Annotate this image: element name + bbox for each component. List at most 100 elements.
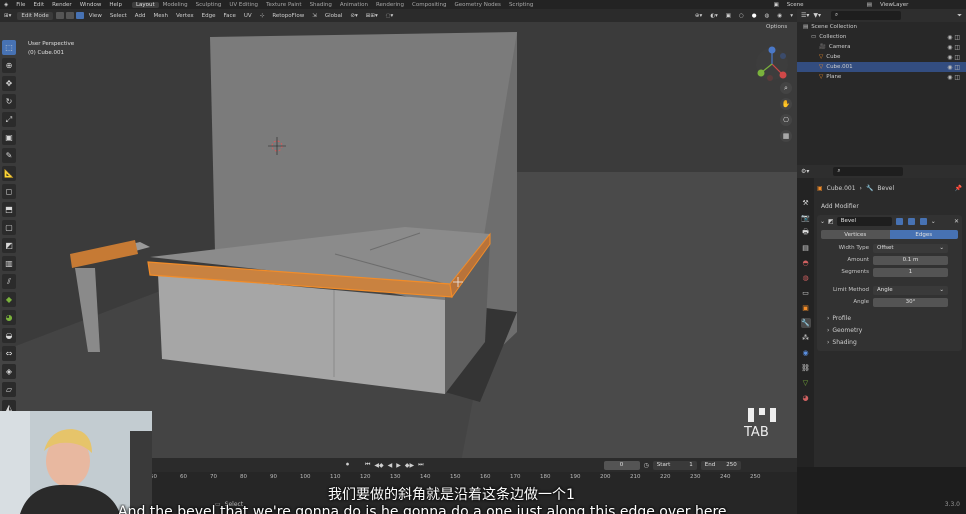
- pan-hand-icon[interactable]: ✋: [780, 98, 792, 110]
- outliner-editor-icon[interactable]: ☰▾: [801, 12, 809, 19]
- workspace-tab-scripting[interactable]: Scripting: [505, 2, 537, 8]
- workspace-tab-uv-editing[interactable]: UV Editing: [225, 2, 262, 8]
- pin-icon[interactable]: 📌: [955, 185, 962, 192]
- constraints-tab-icon[interactable]: ⛓: [801, 363, 811, 373]
- face-select-icon[interactable]: [75, 12, 84, 19]
- play-icon[interactable]: ▶: [396, 462, 401, 469]
- visibility-toggle-icon[interactable]: ◉ ◫: [947, 34, 966, 41]
- vertex-select-icon[interactable]: [55, 12, 64, 19]
- affect-edges-button[interactable]: Edges: [889, 230, 958, 239]
- subpanel-shading[interactable]: › Shading: [817, 337, 962, 348]
- menu-uv[interactable]: UV: [240, 13, 256, 19]
- particles-tab-icon[interactable]: ⁂: [801, 333, 811, 343]
- zoom-icon[interactable]: ⌕: [780, 82, 792, 94]
- select-box-icon[interactable]: ⬚: [2, 40, 16, 55]
- menu-mesh[interactable]: Mesh: [149, 13, 171, 19]
- outliner-row-plane[interactable]: ▽ Plane ◉ ◫: [797, 72, 966, 82]
- collection-tab-icon[interactable]: ▭: [801, 288, 811, 298]
- rotate-tool-icon[interactable]: ↻: [2, 94, 16, 109]
- transform-orientation-selector[interactable]: RetopoFlow: [268, 13, 308, 19]
- workspace-tab-sculpting[interactable]: Sculpting: [192, 2, 226, 8]
- outliner-search-input[interactable]: ⌕: [831, 11, 902, 20]
- xray-toggle-icon[interactable]: ▣: [722, 13, 735, 19]
- workspace-tab-rendering[interactable]: Rendering: [372, 2, 408, 8]
- object-tab-icon[interactable]: ▣: [801, 303, 811, 313]
- material-tab-icon[interactable]: ◕: [801, 393, 811, 403]
- current-frame-field[interactable]: 0: [603, 460, 640, 470]
- loop-cut-tool-icon[interactable]: ▥: [2, 256, 16, 271]
- blender-logo-icon[interactable]: ◈: [0, 2, 12, 8]
- visibility-toggle-icon[interactable]: ◉ ◫: [947, 44, 966, 51]
- menu-select[interactable]: Select: [106, 13, 131, 19]
- camera-view-icon[interactable]: ⎔: [780, 114, 792, 126]
- render-tab-icon[interactable]: 📷: [801, 213, 811, 223]
- workspace-tab-texture-paint[interactable]: Texture Paint: [262, 2, 306, 8]
- menu-vertex[interactable]: Vertex: [172, 13, 198, 19]
- outliner-filter-icon[interactable]: ▼▾: [813, 12, 821, 19]
- prev-keyframe-icon[interactable]: ◀◆: [374, 462, 383, 469]
- world-tab-icon[interactable]: ◍: [801, 273, 811, 283]
- workspace-tab-layout[interactable]: Layout: [131, 1, 159, 8]
- grid-view-icon[interactable]: ▦: [780, 130, 792, 142]
- outliner-row-collection[interactable]: ▭ Collection ◉ ◫: [797, 32, 966, 42]
- collapse-chevron-icon[interactable]: ⌄: [820, 218, 825, 225]
- poly-build-tool-icon[interactable]: ◆: [2, 292, 16, 307]
- view-layer-selector[interactable]: ViewLayer: [876, 2, 966, 8]
- annotate-tool-icon[interactable]: ✎: [2, 148, 16, 163]
- output-tab-icon[interactable]: 🖶: [801, 228, 811, 238]
- shading-solid-icon[interactable]: ●: [748, 13, 761, 19]
- physics-tab-icon[interactable]: ◉: [801, 348, 811, 358]
- properties-search-input[interactable]: ⌕: [833, 167, 904, 176]
- shading-rendered-icon[interactable]: ◉: [773, 13, 786, 19]
- outliner-row-scene-collection[interactable]: ▤ Scene Collection: [797, 22, 966, 32]
- modifier-name-input[interactable]: Bevel: [836, 216, 892, 226]
- segments-field[interactable]: 1: [873, 267, 948, 277]
- edit-mode-toggle-icon[interactable]: [895, 217, 903, 225]
- inset-tool-icon[interactable]: ▢: [2, 220, 16, 235]
- workspace-tab-modeling[interactable]: Modeling: [159, 2, 192, 8]
- modifier-tab-icon[interactable]: 🔧: [800, 318, 811, 328]
- start-frame-field[interactable]: Start 1: [652, 460, 697, 470]
- bevel-tool-icon[interactable]: ◩: [2, 238, 16, 253]
- snap-icon[interactable]: ⊘▾: [346, 13, 361, 19]
- smooth-tool-icon[interactable]: ◒: [2, 328, 16, 343]
- close-icon[interactable]: ✕: [954, 218, 959, 225]
- menu-edit[interactable]: Edit: [29, 2, 48, 8]
- workspace-tab-geometry-nodes[interactable]: Geometry Nodes: [451, 2, 505, 8]
- workspace-tab-compositing[interactable]: Compositing: [408, 2, 450, 8]
- record-icon[interactable]: ⏺: [346, 461, 349, 469]
- tool-tab-icon[interactable]: ⚒: [801, 198, 811, 208]
- edge-slide-tool-icon[interactable]: ⇔: [2, 346, 16, 361]
- move-tool-icon[interactable]: ✥: [2, 76, 16, 91]
- jump-start-icon[interactable]: ⏮: [365, 461, 370, 469]
- outliner-row-camera[interactable]: 🎥 Camera ◉ ◫: [797, 42, 966, 52]
- scale-tool-icon[interactable]: ⤢: [2, 112, 16, 127]
- visibility-toggle-icon[interactable]: ◉ ◫: [947, 54, 966, 61]
- limit-method-select[interactable]: Angle ⌄: [873, 285, 948, 295]
- visibility-toggle-icon[interactable]: ◉ ◫: [947, 64, 966, 71]
- width-type-select[interactable]: Offset ⌄: [873, 243, 948, 253]
- properties-editor-icon[interactable]: ⚙▾: [801, 168, 809, 175]
- workspace-tab-animation[interactable]: Animation: [336, 2, 372, 8]
- overlay-toggle-icon[interactable]: ◐▾: [706, 13, 722, 19]
- knife-tool-icon[interactable]: ⫽: [2, 274, 16, 289]
- scene-tab-icon[interactable]: ◓: [801, 258, 811, 268]
- snapping-grid-icon[interactable]: ⊞⊞▾: [362, 13, 382, 19]
- view-layer-tab-icon[interactable]: ▤: [801, 243, 811, 253]
- options-dropdown[interactable]: Options: [766, 24, 787, 30]
- jump-end-icon[interactable]: ⏭: [418, 461, 423, 469]
- spin-tool-icon[interactable]: ◕: [2, 310, 16, 325]
- add-modifier-button[interactable]: Add Modifier: [817, 201, 962, 211]
- modifier-menu-icon[interactable]: ⌄: [931, 218, 936, 225]
- extrude-tool-icon[interactable]: ⬒: [2, 202, 16, 217]
- add-cube-tool-icon[interactable]: ◻: [2, 184, 16, 199]
- end-frame-field[interactable]: End 250: [700, 460, 741, 470]
- outliner-row-cube-001[interactable]: ▽ Cube.001 ◉ ◫: [797, 62, 966, 72]
- shrink-tool-icon[interactable]: ◈: [2, 364, 16, 379]
- mode-selector[interactable]: Edit Mode: [17, 11, 53, 20]
- editor-type-icon[interactable]: ⊞▾: [0, 13, 15, 19]
- scene-selector[interactable]: Scene: [783, 2, 863, 8]
- angle-field[interactable]: 30°: [873, 297, 948, 307]
- shear-tool-icon[interactable]: ▱: [2, 382, 16, 397]
- proportional-edit-icon[interactable]: ◌▾: [382, 13, 398, 19]
